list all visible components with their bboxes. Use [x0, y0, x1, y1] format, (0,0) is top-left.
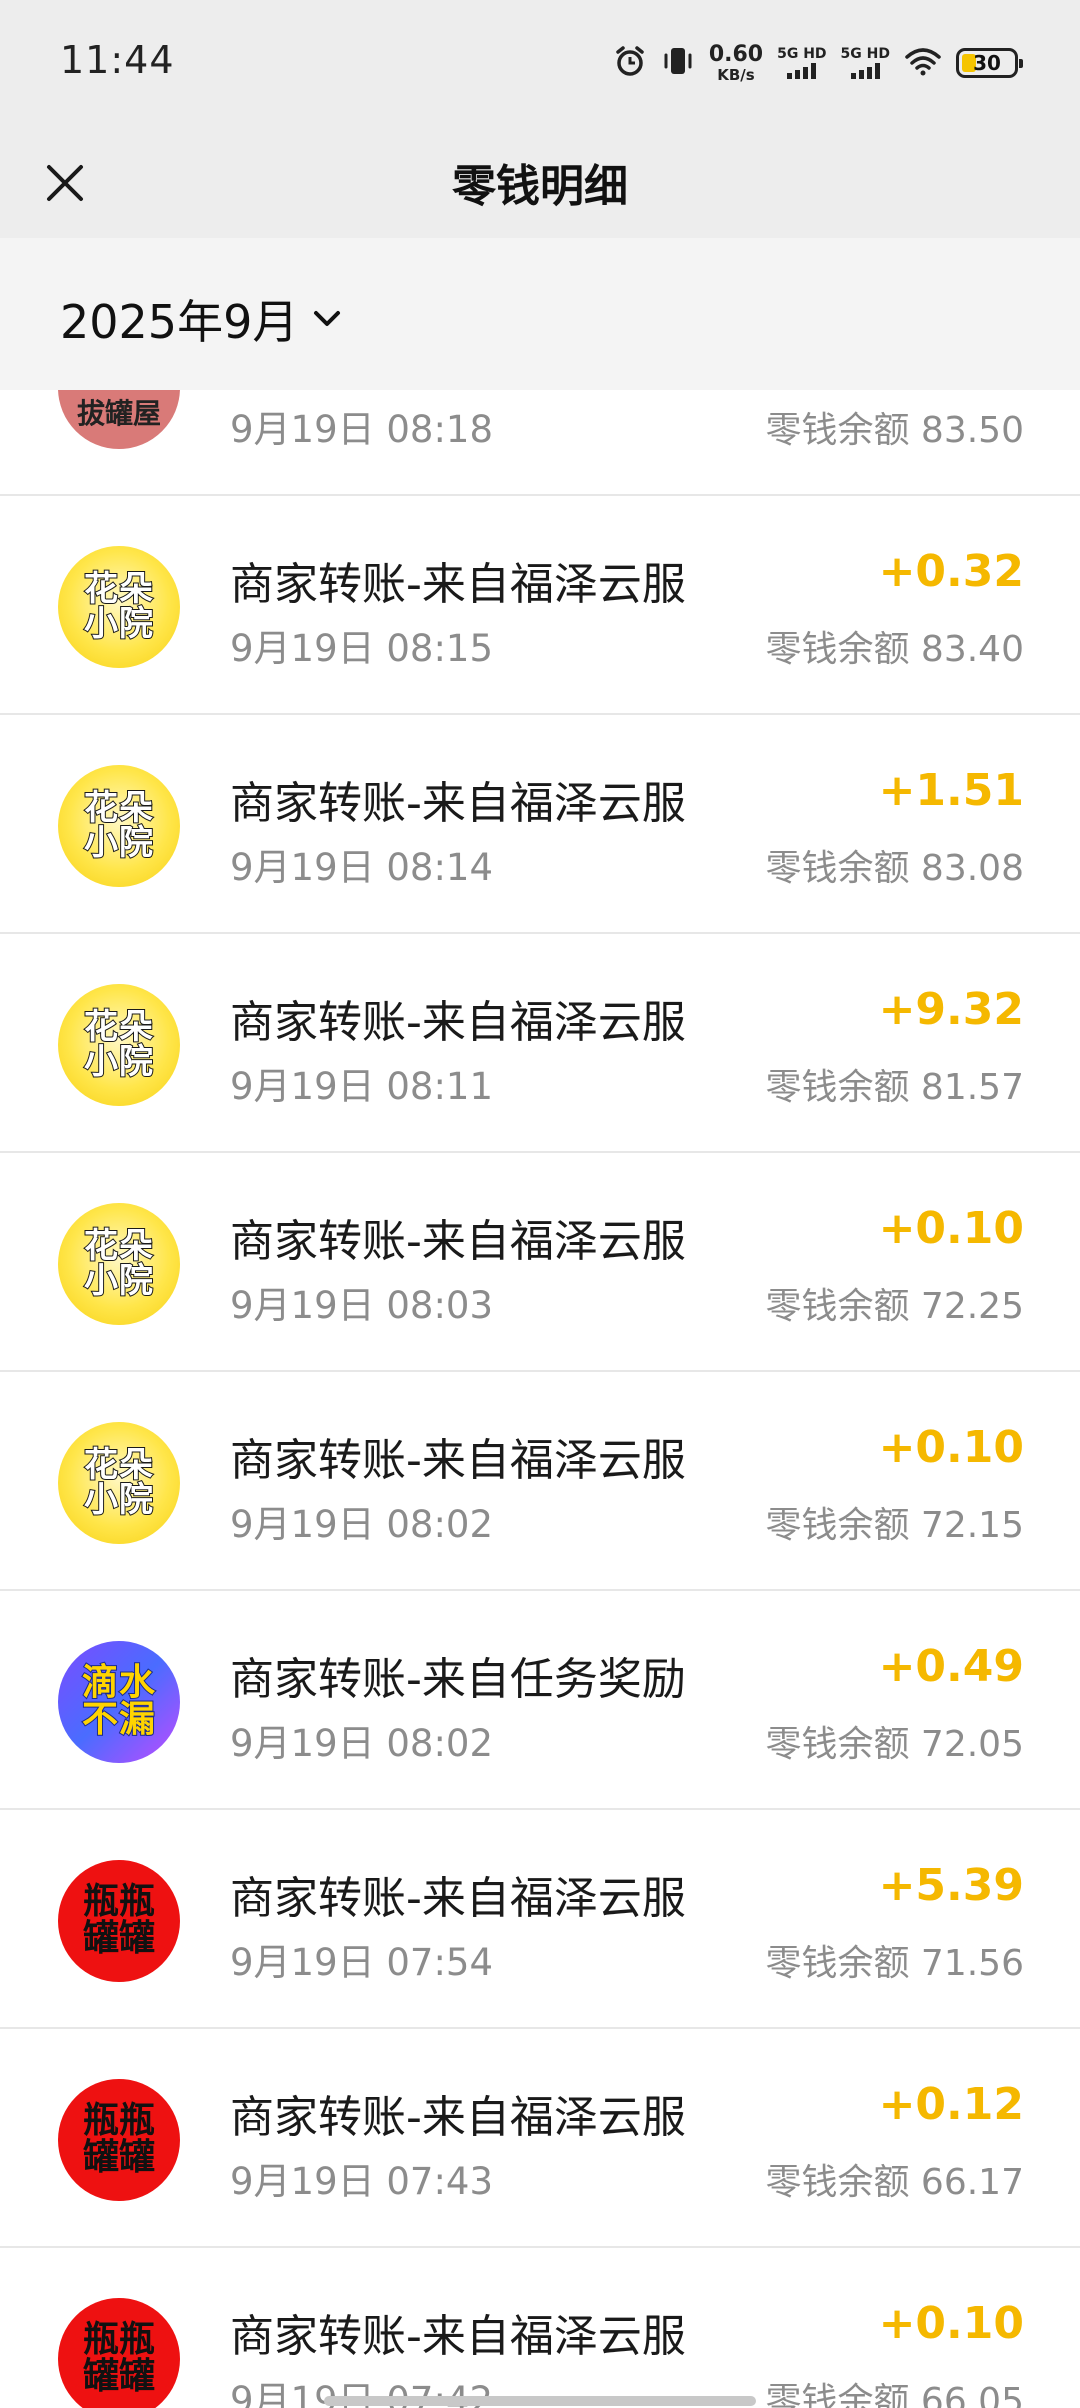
balance-after: 零钱余额 83.08 [765, 848, 1024, 889]
merchant-avatar: 瓶瓶 罐罐 [58, 2298, 180, 2408]
status-time: 11:44 [60, 38, 175, 82]
transaction-amount: +0.10 [878, 2298, 1024, 2349]
merchant-avatar: 花朵 小院 [58, 984, 180, 1106]
status-icons: 0.60 KB/s 5G HD 5G HD 30 [613, 40, 1023, 86]
transaction-time: 9月19日 08:11 [230, 1065, 494, 1108]
transaction-title: 商家转账-来自福泽云服 [230, 559, 686, 610]
transaction-time: 9月19日 08:14 [230, 846, 494, 889]
merchant-avatar: 花朵 小院 [58, 765, 180, 887]
balance-after: 零钱余额 66.05 [765, 2381, 1024, 2408]
transaction-row[interactable]: 花朵 小院 商家转账-来自福泽云服 9月19日 08:02 +0.10 零钱余额 … [0, 1372, 1080, 1591]
transaction-amount: +0.12 [878, 2079, 1024, 2130]
transaction-row[interactable]: 花朵 小院 商家转账-来自福泽云服 9月19日 08:15 +0.32 零钱余额 … [0, 496, 1080, 715]
transaction-title: 商家转账-来自福泽云服 [230, 778, 686, 829]
transaction-time: 9月19日 08:15 [230, 627, 494, 670]
transaction-title: 商家转账-来自福泽云服 [230, 2092, 686, 2143]
signal-icon-2: 5G HD [841, 47, 890, 79]
transaction-time: 9月19日 07:54 [230, 1941, 494, 1984]
balance-after: 零钱余额 71.56 [765, 1943, 1024, 1984]
home-indicator[interactable] [324, 2396, 756, 2406]
balance-after: 零钱余额 83.40 [765, 629, 1024, 670]
merchant-avatar: 瓶瓶 罐罐 [58, 1860, 180, 1982]
transaction-title: 商家转账-来自福泽云服 [230, 2311, 686, 2362]
transaction-amount: +0.32 [878, 546, 1024, 597]
chevron-down-icon [314, 311, 341, 326]
transaction-amount: +0.49 [878, 1641, 1024, 1692]
month-filter-bar: 2025年9月 [0, 238, 1080, 390]
balance-after: 零钱余额 72.05 [765, 1724, 1024, 1765]
signal-icon: 5G HD [777, 47, 827, 79]
transaction-title: 商家转账-来自福泽云服 [230, 997, 686, 1048]
balance-after: 零钱余额 66.17 [765, 2162, 1024, 2203]
transaction-time: 9月19日 08:18 [230, 408, 494, 451]
wifi-icon [904, 46, 942, 80]
merchant-avatar: 花朵 小院 [58, 1203, 180, 1325]
transaction-row[interactable]: 瓶瓶 罐罐 商家转账-来自福泽云服 9月19日 07:42 +0.10 零钱余额 … [0, 2248, 1080, 2408]
transaction-row[interactable]: 花朵 小院 商家转账-来自福泽云服 9月19日 08:03 +0.10 零钱余额 … [0, 1153, 1080, 1372]
merchant-avatar: 瓶瓶 罐罐 [58, 2079, 180, 2201]
transaction-title: 商家转账-来自福泽云服 [230, 1435, 686, 1486]
nav-bar: 零钱明细 [0, 128, 1080, 238]
merchant-avatar: 滴水 不漏 [58, 1641, 180, 1763]
month-selector[interactable]: 2025年9月 [60, 286, 342, 352]
transaction-time: 9月19日 08:03 [230, 1284, 494, 1327]
merchant-avatar: 花朵 小院 [58, 546, 180, 668]
transaction-row[interactable]: 瓶瓶 罐罐 商家转账-来自福泽云服 9月19日 07:54 +5.39 零钱余额 … [0, 1810, 1080, 2029]
vibrate-icon [661, 44, 695, 82]
network-speed: 0.60 KB/s [708, 41, 764, 84]
transaction-amount: +0.10 [878, 1203, 1024, 1254]
transaction-row[interactable]: 瓶瓶 罐罐 商家转账-来自福泽云服 9月19日 07:43 +0.12 零钱余额 … [0, 2029, 1080, 2248]
merchant-avatar: 拔罐屋 [58, 390, 180, 449]
balance-after: 零钱余额 81.57 [765, 1067, 1024, 1108]
page-title: 零钱明细 [452, 161, 628, 212]
transaction-amount: +1.51 [878, 765, 1024, 816]
transaction-row[interactable]: 花朵 小院 商家转账-来自福泽云服 9月19日 08:11 +9.32 零钱余额 … [0, 934, 1080, 1153]
battery-icon: 30 [956, 48, 1023, 78]
transaction-amount: +9.32 [878, 984, 1024, 1035]
alarm-icon [613, 44, 647, 82]
transaction-amount: +0.10 [878, 1422, 1024, 1473]
balance-after: 零钱余额 72.15 [765, 1505, 1024, 1546]
status-bar: 11:44 0.60 KB/s 5G HD 5G HD 30 [0, 0, 1080, 128]
transaction-time: 9月19日 07:43 [230, 2160, 494, 2203]
transaction-row[interactable]: 拔罐屋 9月19日 08:18 零钱余额 83.50 [0, 390, 1080, 496]
transaction-title: 商家转账-来自福泽云服 [230, 1873, 686, 1924]
transaction-title: 商家转账-来自福泽云服 [230, 1216, 686, 1267]
transaction-list[interactable]: 拔罐屋 9月19日 08:18 零钱余额 83.50 花朵 小院 商家转账-来自福… [0, 390, 1080, 2408]
transaction-time: 9月19日 08:02 [230, 1503, 494, 1546]
merchant-avatar: 花朵 小院 [58, 1422, 180, 1544]
balance-after: 零钱余额 83.50 [765, 410, 1024, 451]
balance-after: 零钱余额 72.25 [765, 1286, 1024, 1327]
transaction-row[interactable]: 滴水 不漏 商家转账-来自任务奖励 9月19日 08:02 +0.49 零钱余额 … [0, 1591, 1080, 1810]
transaction-time: 9月19日 08:02 [230, 1722, 494, 1765]
transaction-title: 商家转账-来自任务奖励 [230, 1654, 686, 1705]
transaction-row[interactable]: 花朵 小院 商家转账-来自福泽云服 9月19日 08:14 +1.51 零钱余额 … [0, 715, 1080, 934]
transaction-amount: +5.39 [878, 1860, 1024, 1911]
month-label: 2025年9月 [60, 295, 299, 349]
